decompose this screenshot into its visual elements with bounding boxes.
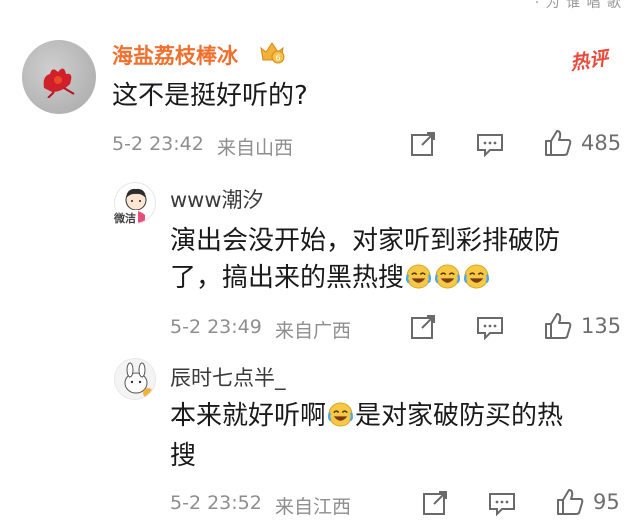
- reply-button[interactable]: [488, 491, 516, 517]
- crown-badge-icon: 6: [260, 42, 285, 64]
- like-count: 485: [581, 131, 622, 155]
- comment-date: 5-2 23:42: [112, 133, 204, 155]
- share-icon: [411, 315, 435, 339]
- red-flower-icon: [43, 68, 75, 98]
- cartoon-bunny-icon: [115, 359, 155, 399]
- share-button[interactable]: [422, 490, 448, 516]
- like-button[interactable]: 135: [543, 311, 621, 341]
- reply-text-line: 本来就好听啊 是对家破防买的热: [170, 396, 563, 436]
- like-button[interactable]: 485: [543, 128, 621, 158]
- laughing-crying-emoji-icon: [463, 264, 490, 289]
- reply-avatar[interactable]: [114, 358, 156, 400]
- comment-text: 这不是挺好听的?: [112, 81, 308, 111]
- comment-icon: [477, 134, 503, 158]
- like-button[interactable]: 95: [555, 487, 620, 517]
- reply-location: 来自广西: [275, 320, 352, 342]
- share-button[interactable]: [410, 131, 436, 157]
- thumbs-up-icon: [545, 313, 572, 339]
- avatar[interactable]: [22, 40, 96, 114]
- reply-text-line-2: 搜: [170, 441, 197, 471]
- reply-text: 本来就好听啊: [170, 401, 327, 431]
- share-button[interactable]: [410, 314, 436, 340]
- reply-text: 了，搞出来的黑热搜: [170, 263, 405, 293]
- share-icon: [411, 132, 435, 156]
- like-count: 95: [593, 490, 620, 514]
- thumbs-up-icon: [557, 489, 584, 515]
- reply-date: 5-2 23:52: [170, 492, 262, 514]
- like-count: 135: [581, 314, 622, 338]
- reply-button[interactable]: [476, 315, 504, 341]
- reply-button[interactable]: [476, 132, 504, 158]
- reply-text-line-2: 了，搞出来的黑热搜: [170, 258, 491, 298]
- comment-location: 来自山西: [217, 137, 294, 159]
- comment-username[interactable]: 海盐荔枝棒冰: [112, 40, 238, 70]
- share-icon: [423, 491, 447, 515]
- top-partial-text: · 为 谁 唱 歌: [534, 0, 622, 11]
- hot-comment-tag: 热评: [568, 47, 610, 75]
- avatar-caption: 微洁: [112, 210, 138, 226]
- reply-location: 来自江西: [275, 496, 352, 518]
- reply-username[interactable]: 辰时七点半_: [170, 362, 286, 392]
- laughing-crying-emoji-icon: [327, 402, 354, 427]
- comment-icon: [477, 317, 503, 341]
- vip-level: 6: [275, 54, 280, 63]
- thumbs-up-icon: [545, 130, 572, 156]
- reply-text: 是对家破防买的热: [355, 401, 564, 431]
- laughing-crying-emoji-icon: [405, 264, 432, 289]
- reply-username[interactable]: www潮汐: [170, 184, 264, 214]
- reply-text-line: 演出会没开始，对家听到彩排破防: [170, 226, 561, 256]
- laughing-crying-emoji-icon: [434, 264, 461, 289]
- comment-icon: [489, 493, 515, 517]
- reply-date: 5-2 23:49: [170, 316, 262, 338]
